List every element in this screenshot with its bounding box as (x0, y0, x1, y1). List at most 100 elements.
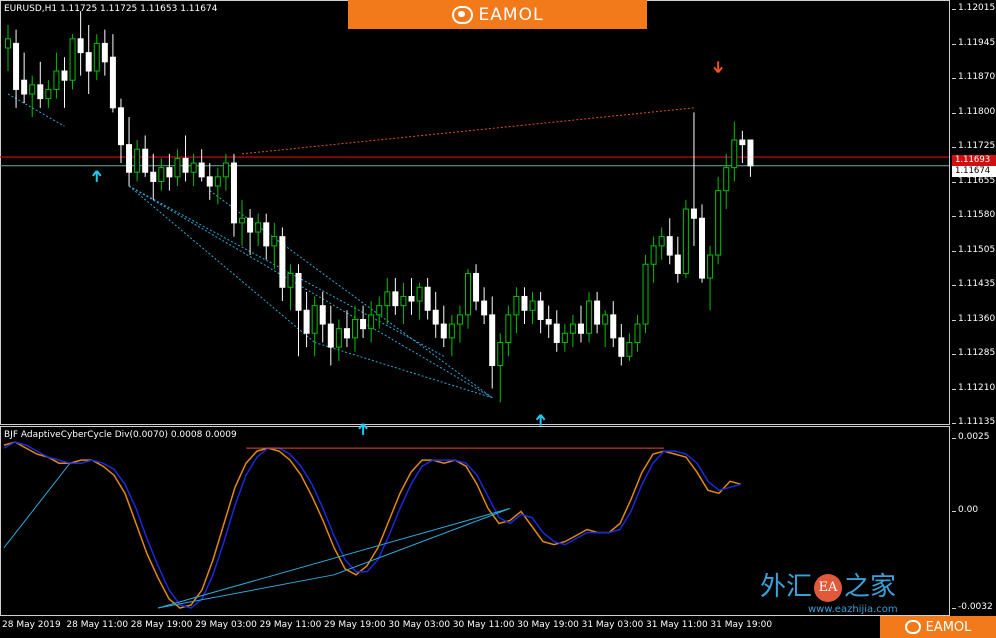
candle-body (456, 314, 463, 325)
candle-body (731, 139, 738, 169)
candle-body (440, 323, 447, 339)
candle-body (230, 162, 237, 224)
candle-body (586, 300, 593, 334)
candle-body (295, 272, 302, 311)
candle-body (303, 309, 310, 334)
candle-body (747, 139, 754, 167)
indicator-header: BJF AdaptiveCyberCycle Div(0.0070) 0.000… (4, 430, 237, 440)
watermark-seal: EA (814, 574, 843, 602)
divergence-line (241, 107, 695, 155)
candle-body (699, 217, 706, 279)
candle-body (489, 314, 496, 366)
candle-body (190, 162, 197, 173)
candle-body (658, 236, 665, 247)
candle-body (481, 300, 488, 316)
candle-body (610, 314, 617, 339)
candle-body (77, 38, 84, 54)
candle-body (198, 162, 205, 178)
candle-body (166, 167, 173, 178)
candle-body (287, 272, 294, 288)
candle-body (5, 38, 11, 49)
price-tick-label: 1.11360 (951, 313, 996, 324)
candle-body (174, 157, 181, 178)
symbol-header: EURUSD,H1 1.11725 1.11725 1.11653 1.1167… (4, 4, 218, 14)
candle-body (618, 337, 625, 357)
candle-body (432, 309, 439, 325)
candle-body (343, 328, 350, 339)
indicator-tick-label: 0.00 (951, 505, 979, 515)
time-tick-label: 31 May 19:00 (710, 620, 773, 630)
candle-body (424, 286, 431, 311)
time-tick-label: 30 May 19:00 (517, 620, 579, 630)
candle-body (327, 323, 334, 348)
watermark-text-left: 外汇 (760, 572, 813, 602)
time-tick-label: 31 May 11:00 (646, 620, 708, 630)
watermark: 外汇 EA 之家 (760, 566, 896, 603)
candle-body (650, 245, 657, 265)
candle-body (392, 291, 399, 307)
indicator-tick-label: -0.0032 (952, 602, 993, 612)
price-tick-label: 1.11135 (951, 417, 996, 427)
brand-text: EAMOL (478, 4, 544, 25)
current-price-box: 1.11674 (952, 166, 996, 177)
candle-body (93, 42, 100, 72)
candle-body (360, 318, 367, 330)
candle-body (529, 300, 536, 311)
candle-body (537, 300, 544, 320)
candle-body (109, 56, 116, 109)
price-tick-label: 1.11435 (951, 279, 996, 289)
candle-body (577, 323, 584, 334)
candle-body (715, 190, 722, 256)
price-tick-label: 1.11800 (951, 106, 996, 117)
candle-body (594, 300, 601, 325)
candle-body (29, 84, 36, 95)
candle-body (497, 341, 504, 366)
price-tick-label: 1.11870 (951, 72, 996, 82)
indicator-series-line (3, 441, 742, 609)
time-tick-label: 29 May 11:00 (259, 620, 322, 630)
price-tick-label: 1.11210 (951, 382, 996, 393)
candle-body (384, 291, 391, 307)
candle-body (311, 305, 318, 334)
divergence-line (314, 342, 493, 399)
candle-body (723, 167, 730, 192)
candle-body (408, 295, 415, 302)
divergence-line (128, 185, 493, 399)
candle-body (335, 328, 342, 348)
candle-body (521, 295, 528, 311)
brand-banner-top: EAMOL (348, 0, 647, 29)
candle-body (376, 305, 383, 316)
candle-body (134, 148, 141, 173)
brand-banner-bottom: EAMOL (880, 616, 996, 638)
candle-body (626, 341, 633, 357)
candle-body (505, 314, 512, 343)
time-tick-label: 28 May 19:00 (130, 620, 193, 630)
time-axis[interactable]: 28 May 2019 28 May 11:00 28 May 19:00 29 Ma… (0, 616, 950, 638)
candle-body (473, 272, 480, 302)
brand-logo-icon (904, 620, 921, 634)
candle-body (602, 314, 609, 325)
candle-body (279, 236, 286, 288)
candle-body (464, 272, 471, 316)
candle-body (352, 318, 359, 339)
candle-body (561, 332, 568, 343)
price-axis[interactable]: 1.12015 1.11945 1.11870 1.11800 1.11725 1.116… (950, 0, 996, 616)
candle-body (255, 222, 262, 233)
candle-body (214, 176, 221, 187)
candle-body (739, 139, 746, 146)
indicator-tick-label: 0.0025 (952, 432, 990, 442)
red-line-price-box: 1.11693 (952, 155, 996, 166)
candle-body (513, 295, 520, 316)
candle-body (182, 157, 189, 173)
candle-body (545, 318, 552, 325)
candle-body (271, 236, 278, 247)
candle-body (682, 208, 689, 274)
candle-body (101, 42, 108, 63)
indicator-divergence-line (333, 507, 511, 576)
brand-logo-icon (451, 5, 473, 24)
chart-canvas[interactable] (0, 0, 996, 638)
candle-body (21, 79, 28, 95)
candle-body (400, 295, 407, 307)
candle-body (142, 148, 149, 173)
time-tick-label: 29 May 19:00 (324, 620, 386, 630)
